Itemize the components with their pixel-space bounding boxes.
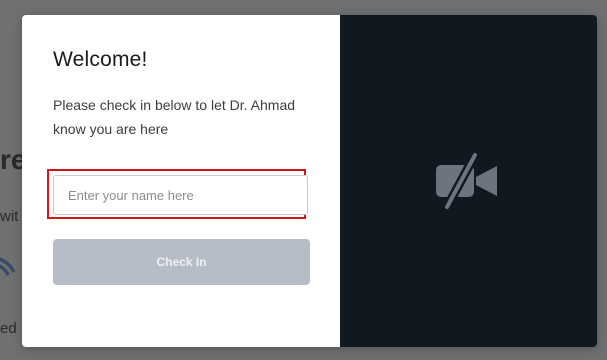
video-preview-panel — [340, 15, 597, 347]
background-text-fragment: wit — [0, 208, 19, 225]
video-off-icon — [436, 151, 497, 211]
name-input[interactable] — [53, 175, 308, 215]
wifi-icon — [0, 257, 16, 276]
modal-title: Welcome! — [53, 48, 148, 71]
check-in-button[interactable]: Check In — [53, 239, 310, 285]
check-in-form-panel: Welcome! Please check in below to let Dr… — [22, 15, 340, 347]
screen: re wit ed Welcome! Please check in below… — [0, 0, 607, 360]
check-in-modal: Welcome! Please check in below to let Dr… — [22, 15, 597, 347]
modal-subtitle: Please check in below to let Dr. Ahmad k… — [53, 97, 296, 137]
background-text-fragment-2: ed — [0, 320, 17, 337]
